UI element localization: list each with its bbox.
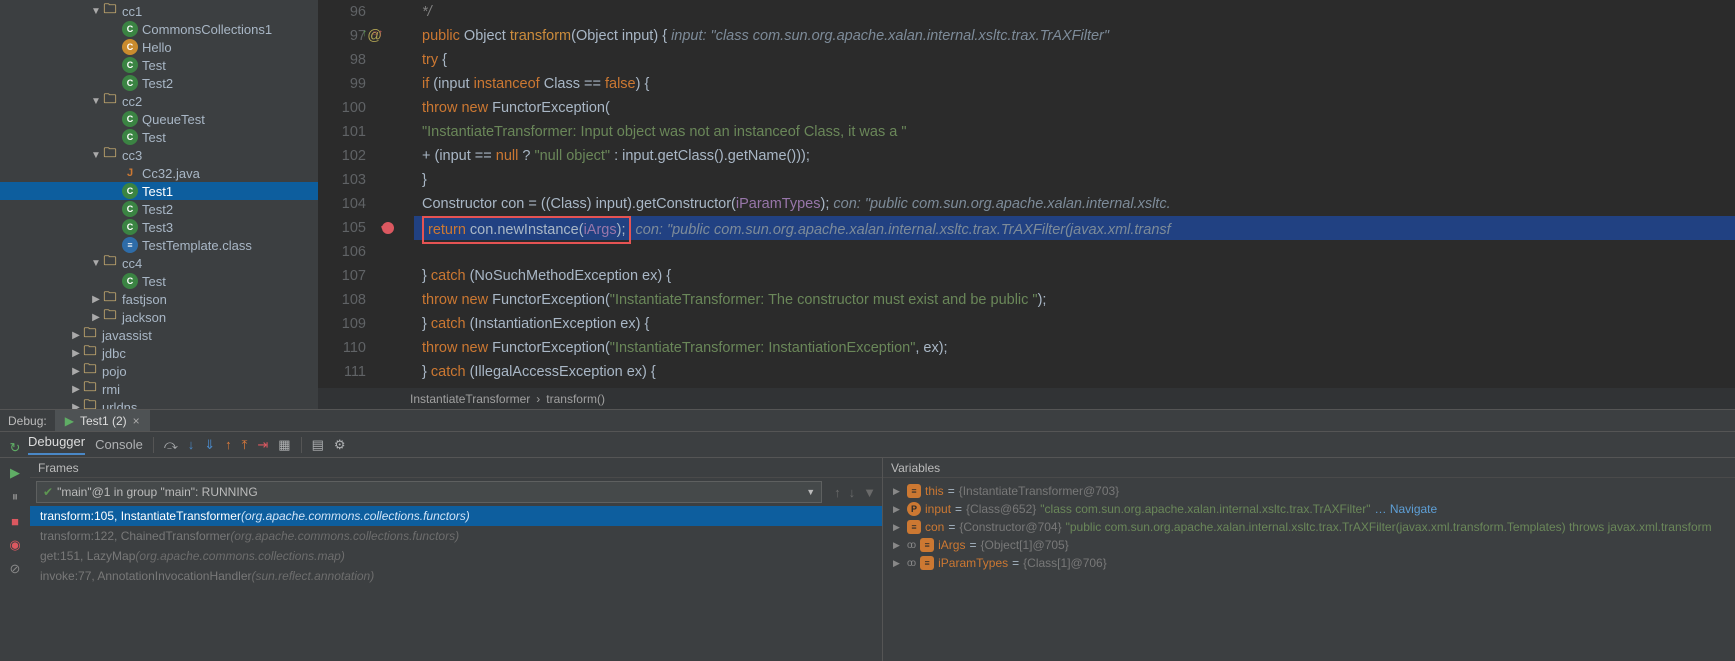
thread-selector[interactable]: ✔"main"@1 in group "main": RUNNING ▼ [36, 481, 822, 503]
run-to-cursor-icon[interactable]: ⇥ [257, 437, 268, 453]
tree-item-test2[interactable]: CTest2 [0, 200, 318, 218]
tree-item-javassist[interactable]: ▶🗀javassist [0, 326, 318, 344]
tree-item-testtemplate-class[interactable]: ≡TestTemplate.class [0, 236, 318, 254]
close-icon[interactable]: × [133, 414, 140, 428]
stop-button[interactable]: ■ [6, 512, 24, 530]
variable-row[interactable]: ▶≡ con = {Constructor@704} "public com.s… [883, 518, 1735, 536]
tree-item-cc3[interactable]: ▼🗀cc3 [0, 146, 318, 164]
tree-item-queuetest[interactable]: CQueueTest [0, 110, 318, 128]
run-icon: ▶ [65, 414, 74, 428]
tree-item-cc1[interactable]: ▼🗀cc1 [0, 2, 318, 20]
stack-frame[interactable]: invoke:77, AnnotationInvocationHandler (… [30, 566, 882, 586]
code-text[interactable]: */ public Object transform(Object input)… [414, 0, 1735, 387]
force-step-into-icon[interactable]: ⇓ [204, 437, 215, 453]
next-frame-icon[interactable]: ↓ [849, 485, 856, 500]
step-into-icon[interactable]: ↓ [188, 437, 195, 452]
tree-item-cc4[interactable]: ▼🗀cc4 [0, 254, 318, 272]
chevron-down-icon: ▼ [806, 487, 815, 497]
prev-frame-icon[interactable]: ↑ [834, 485, 841, 500]
tree-item-jackson[interactable]: ▶🗀jackson [0, 308, 318, 326]
resume-button[interactable]: ▶ [6, 464, 24, 482]
debug-tab-run[interactable]: ▶ Test1 (2) × [55, 410, 150, 431]
stack-frame[interactable]: transform:105, InstantiateTransformer (o… [30, 506, 882, 526]
tree-item-commonscollections1[interactable]: CCommonsCollections1 [0, 20, 318, 38]
rerun-button[interactable]: ↻ [6, 439, 24, 457]
step-out-icon[interactable]: ↑ [225, 437, 232, 452]
tab-debugger[interactable]: Debugger [28, 434, 85, 455]
tree-item-test[interactable]: CTest [0, 56, 318, 74]
variable-row[interactable]: ▶P input = {Class@652} "class com.sun.or… [883, 500, 1735, 518]
stack-frame[interactable]: transform:122, ChainedTransformer (org.a… [30, 526, 882, 546]
trace-icon[interactable]: ▤ [312, 437, 324, 453]
variable-row[interactable]: ▶oo≡ iArgs = {Object[1]@705} [883, 536, 1735, 554]
tree-item-jdbc[interactable]: ▶🗀jdbc [0, 344, 318, 362]
frames-title: Frames [30, 458, 882, 478]
pause-button[interactable]: ⏸ [6, 488, 24, 506]
tree-item-fastjson[interactable]: ▶🗀fastjson [0, 290, 318, 308]
breadcrumb[interactable]: InstantiateTransformer›transform() [318, 387, 1735, 409]
settings-icon[interactable]: ⚙ [334, 437, 346, 453]
tree-item-test1[interactable]: CTest1 [0, 182, 318, 200]
tree-item-test2[interactable]: CTest2 [0, 74, 318, 92]
tree-item-test3[interactable]: CTest3 [0, 218, 318, 236]
variable-row[interactable]: ▶≡ this = {InstantiateTransformer@703} [883, 482, 1735, 500]
mute-bp-button[interactable]: ⊘ [6, 560, 24, 578]
tree-item-hello[interactable]: CHello [0, 38, 318, 56]
tree-item-test[interactable]: CTest [0, 128, 318, 146]
variables-title: Variables [883, 458, 1735, 478]
tree-item-urldns[interactable]: ▶🗀urldns [0, 398, 318, 409]
tree-item-rmi[interactable]: ▶🗀rmi [0, 380, 318, 398]
debug-label: Debug: [0, 414, 55, 428]
step-over-icon[interactable]: ⤼ [164, 437, 178, 453]
filter-icon[interactable]: ▼ [863, 485, 876, 500]
stack-frame[interactable]: get:151, LazyMap (org.apache.commons.col… [30, 546, 882, 566]
project-tree[interactable]: ▼🗀cc1CCommonsCollections1CHelloCTestCTes… [0, 0, 318, 409]
tab-console[interactable]: Console [95, 437, 143, 452]
drop-frame-icon[interactable]: ⤒ [242, 437, 248, 453]
editor: 9697@98991001011021031041051061071081091… [318, 0, 1735, 409]
variable-row[interactable]: ▶oo≡ iParamTypes = {Class[1]@706} [883, 554, 1735, 572]
debug-panel: Debug: ▶ Test1 (2) × ↻ Debugger Console … [0, 409, 1735, 661]
tree-item-cc32-java[interactable]: JCc32.java [0, 164, 318, 182]
tree-item-cc2[interactable]: ▼🗀cc2 [0, 92, 318, 110]
tree-item-pojo[interactable]: ▶🗀pojo [0, 362, 318, 380]
breakpoints-button[interactable]: ◉ [6, 536, 24, 554]
tree-item-test[interactable]: CTest [0, 272, 318, 290]
evaluate-icon[interactable]: ▦ [278, 437, 290, 453]
